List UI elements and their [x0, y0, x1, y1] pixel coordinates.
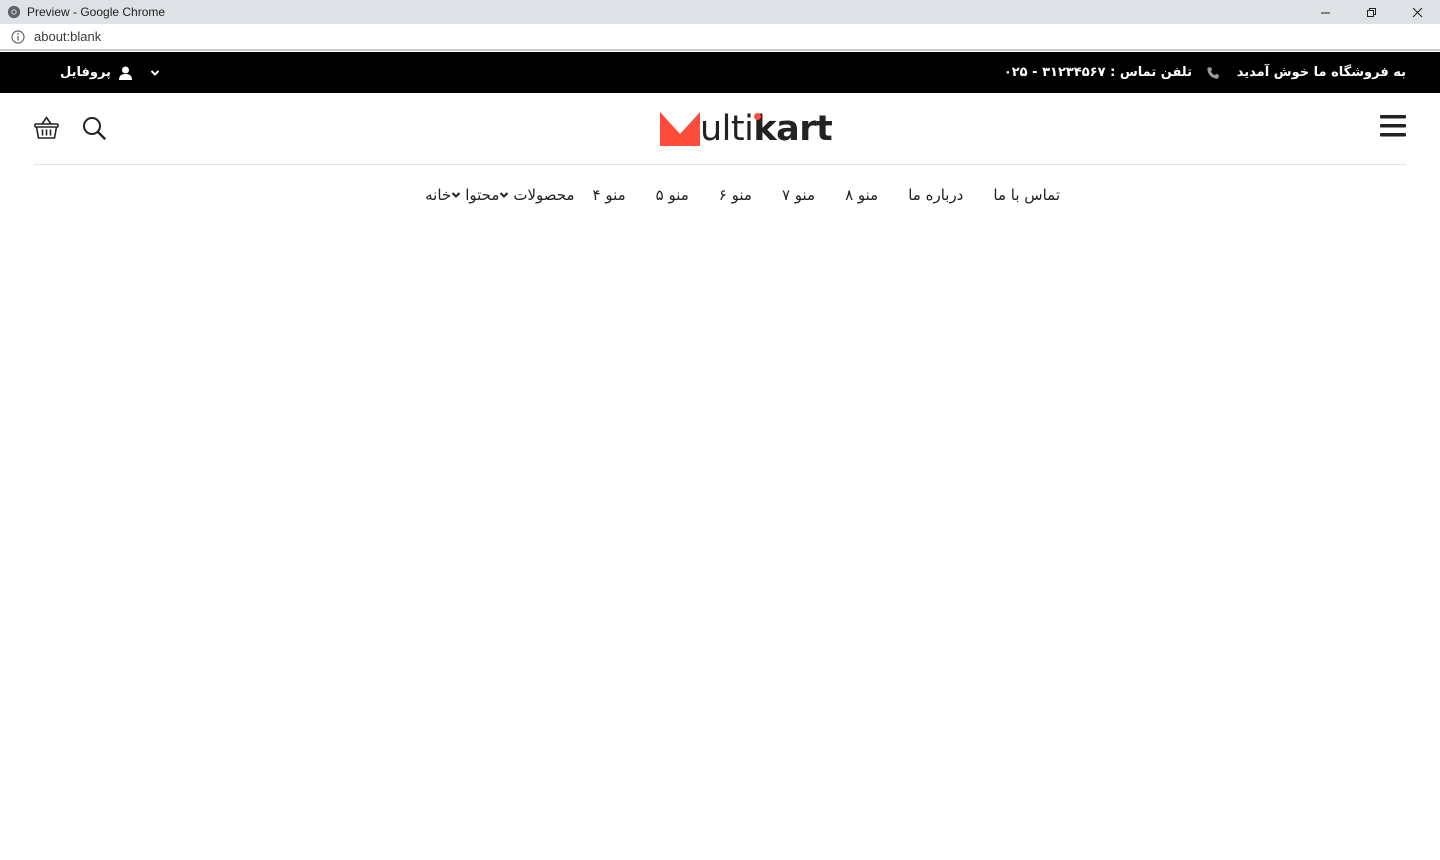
hamburger-icon[interactable]: [1380, 114, 1406, 138]
profile-label: پروفایل: [60, 65, 111, 80]
nav-item-menu-8[interactable]: منو ۸: [845, 186, 878, 204]
minimize-icon: [1320, 12, 1330, 13]
phone-icon: [1207, 66, 1219, 79]
nav-item-menu-6[interactable]: منو ۶: [719, 186, 752, 204]
multikart-logo[interactable]: ultikart: [660, 109, 833, 149]
phone-text: تلفن تماس : ۳۱۲۳۴۵۶۷ - ۰۲۵: [1003, 65, 1192, 80]
restore-icon: [1366, 7, 1376, 17]
minimize-button[interactable]: [1302, 0, 1348, 24]
nav-item-contact[interactable]: تماس با ما: [993, 186, 1060, 204]
contact-phone: تلفن تماس : ۳۱۲۳۴۵۶۷ - ۰۲۵: [1004, 52, 1220, 93]
chevron-down-icon: [451, 192, 461, 198]
chevron-down-icon: [150, 69, 160, 76]
info-icon[interactable]: [11, 29, 25, 44]
nav-item-menu-5[interactable]: منو ۵: [656, 186, 689, 204]
nav-item-content[interactable]: محتوا: [451, 186, 499, 204]
top-header-strip: به فروشگاه ما خوش آمدید تلفن تماس : ۳۱۲۳…: [0, 52, 1440, 93]
logo-text: ultikart: [700, 109, 833, 149]
profile-dropdown[interactable]: پروفایل: [60, 52, 160, 93]
nav-item-products[interactable]: محصولات: [499, 186, 575, 204]
main-header: ultikart: [34, 93, 1406, 165]
close-button[interactable]: [1394, 0, 1440, 24]
nav-item-home[interactable]: خانه: [425, 186, 451, 204]
chrome-logo-icon: [7, 5, 21, 19]
main-navigation: خانه محتوا محصولات منو ۴ منو ۵ منو ۶ منو…: [395, 178, 1090, 212]
close-icon: [1412, 7, 1422, 17]
welcome-text: به فروشگاه ما خوش آمدید: [1236, 65, 1406, 80]
browser-titlebar: Preview - Google Chrome: [0, 0, 1440, 24]
nav-item-about[interactable]: درباره ما: [908, 186, 963, 204]
nav-item-menu-4[interactable]: منو ۴: [593, 186, 626, 204]
nav-item-menu-7[interactable]: منو ۷: [782, 186, 815, 204]
chevron-down-icon: [500, 192, 509, 198]
logo-dot: [754, 113, 761, 120]
address-bar[interactable]: about:blank: [0, 24, 1440, 51]
url-text[interactable]: about:blank: [34, 29, 101, 44]
restore-button[interactable]: [1348, 0, 1394, 24]
basket-icon[interactable]: [34, 115, 59, 140]
logo-m-mark: [660, 112, 700, 146]
window-title: Preview - Google Chrome: [27, 5, 166, 19]
user-icon: [118, 66, 132, 80]
search-icon[interactable]: [82, 116, 106, 140]
